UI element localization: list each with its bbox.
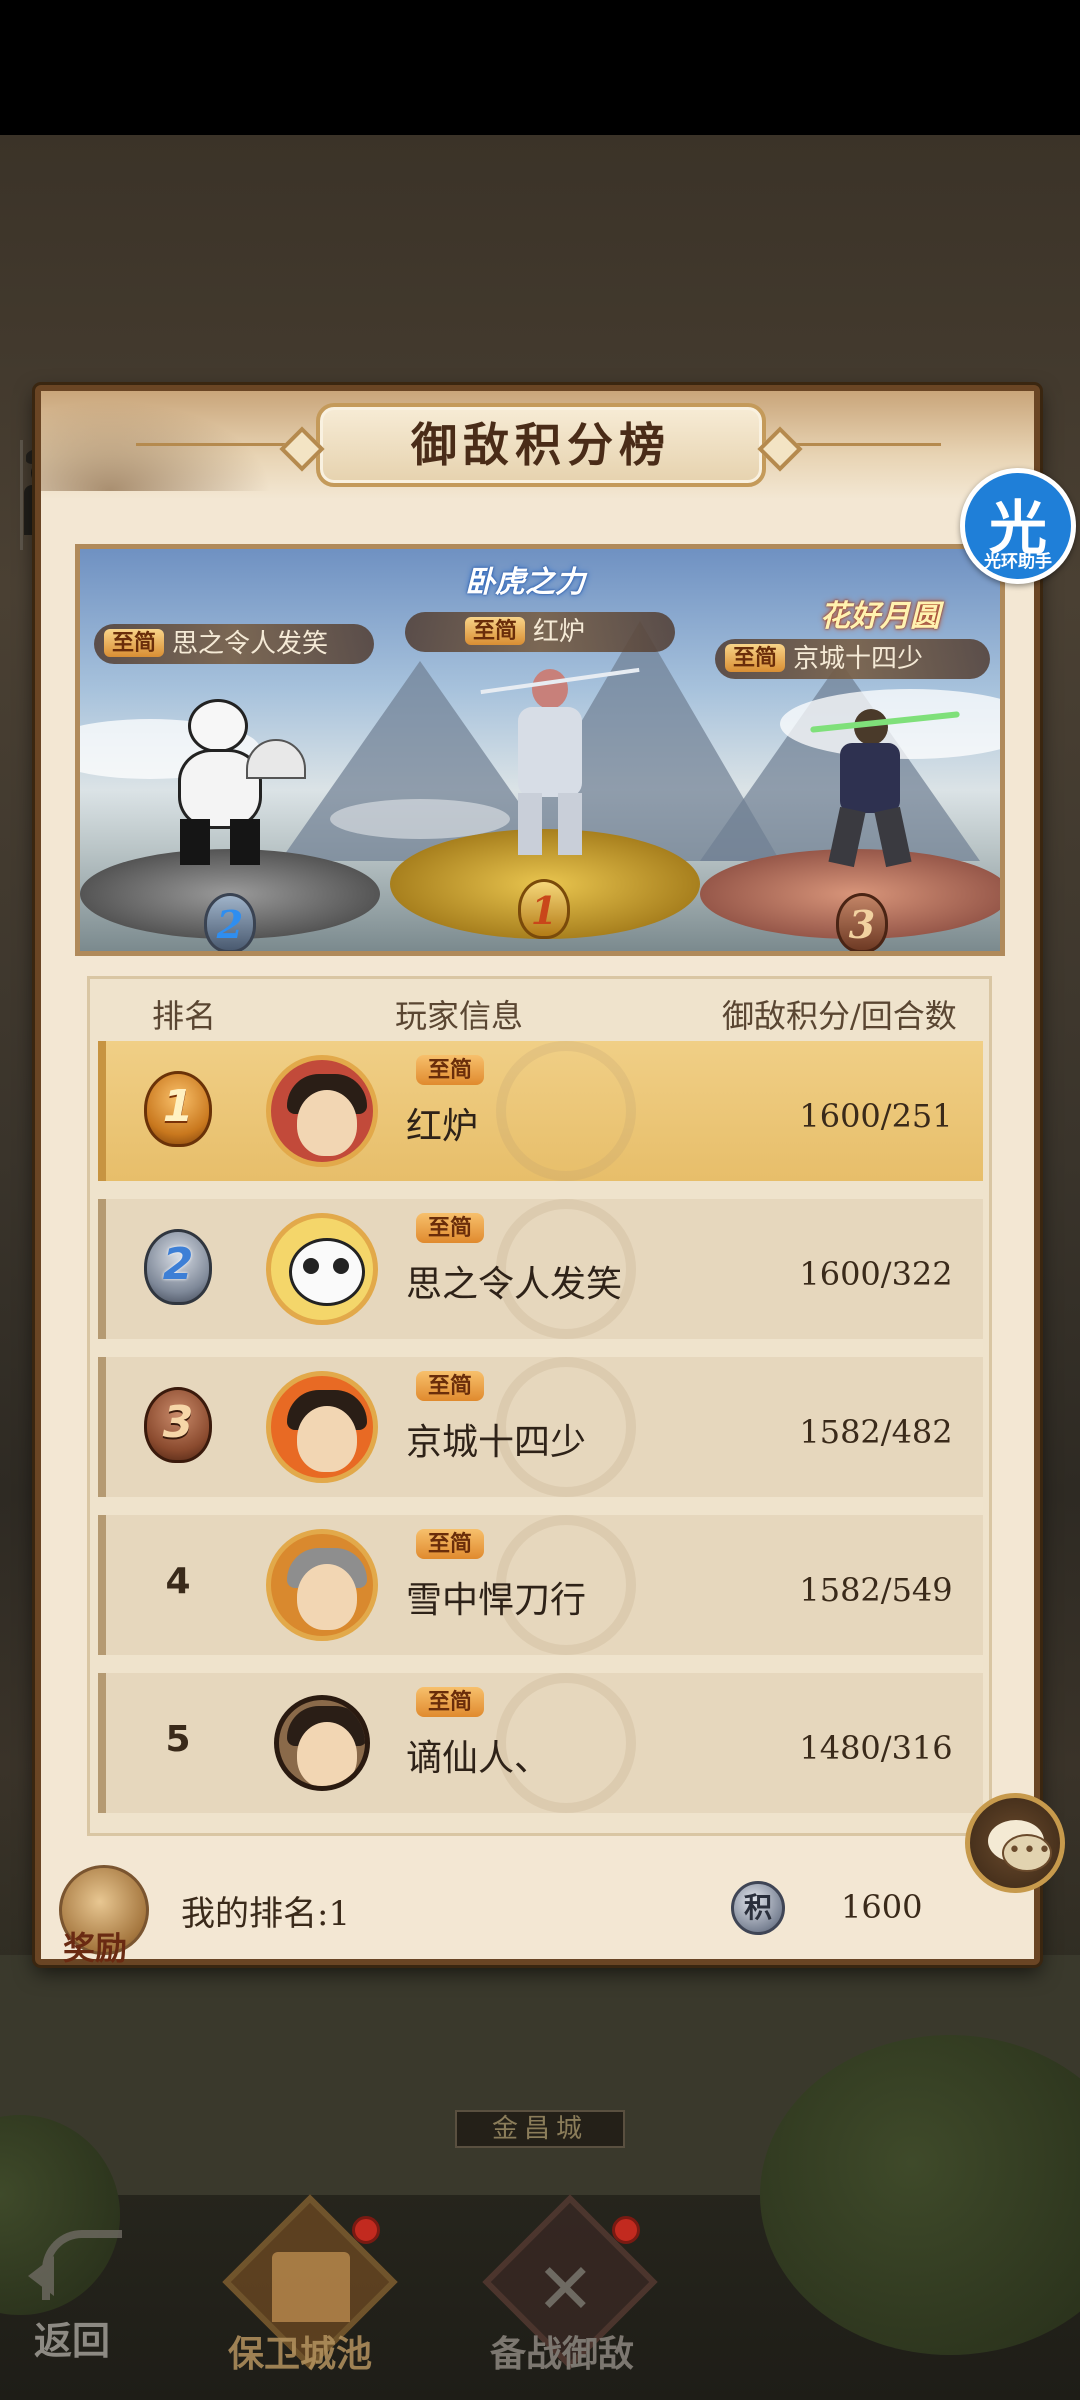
leaderboard-panel: 御敌积分榜 卧虎之力 花好月圆 至简 思之令人发笑 至简 红炉 至简 京城十四少… xyxy=(35,385,1040,1967)
podium-banner: 卧虎之力 花好月圆 至简 思之令人发笑 至简 红炉 至简 京城十四少 2 1 3 xyxy=(75,544,1005,956)
tab-prepare-label: 备战御敌 xyxy=(490,2333,635,2375)
back-label: 返回 xyxy=(34,2318,111,2363)
chat-float-button[interactable]: ••• xyxy=(965,1793,1065,1893)
swordsman-figure xyxy=(810,709,960,869)
podium-name-3: 至简 京城十四少 xyxy=(715,639,990,679)
crossed-swords-icon: ✕ xyxy=(536,2248,595,2330)
player-name: 雪中悍刀行 xyxy=(406,1580,587,1621)
panda-figure xyxy=(170,699,306,865)
my-rank: 我的排名:1 xyxy=(181,1894,351,1934)
rank-medal-gold-icon: 1 xyxy=(136,1067,220,1155)
player-name: 谪仙人、 xyxy=(406,1738,551,1779)
notification-dot xyxy=(612,2216,640,2244)
podium-name-1: 至简 红炉 xyxy=(405,612,675,652)
helper-float-button[interactable]: 光 光环助手 xyxy=(960,468,1076,584)
header-player: 玩家信息 xyxy=(395,997,524,1035)
player-score: 1600/251 xyxy=(799,1097,953,1135)
rank-number: 4 xyxy=(165,1561,191,1602)
avatar xyxy=(274,1695,370,1791)
fighter-white-figure xyxy=(480,667,640,859)
podium-medal-3: 3 xyxy=(836,893,888,951)
ranking-table: 排名 玩家信息 御敌积分/回合数 1 至简 红炉 1600/251 2 至简 思… xyxy=(87,976,992,1836)
helper-label: 光环助手 xyxy=(984,552,1052,572)
header-rank: 排名 xyxy=(152,997,217,1035)
player-score: 1582/482 xyxy=(799,1413,953,1451)
avatar xyxy=(266,1529,378,1641)
player-score: 1600/322 xyxy=(799,1255,953,1293)
rank-medal-bronze-icon: 3 xyxy=(136,1383,220,1471)
player-name: 京城十四少 xyxy=(406,1422,587,1463)
reward-label: 奖励 xyxy=(63,1929,128,1967)
table-header: 排名 玩家信息 御敌积分/回合数 xyxy=(90,979,989,1039)
status-badge: 至简 xyxy=(416,1213,485,1243)
panel-header: 御敌积分榜 xyxy=(41,391,1034,499)
status-badge: 至简 xyxy=(416,1055,485,1085)
back-button[interactable]: 返回 xyxy=(28,2230,138,2370)
table-row[interactable]: 5 至简 谪仙人、 1480/316 xyxy=(98,1673,983,1813)
player-name: 红炉 xyxy=(406,1106,479,1147)
title-art-center: 卧虎之力 xyxy=(465,565,585,600)
status-badge: 至简 xyxy=(416,1529,485,1559)
bottom-nav: 返回 保卫城池 ✕ 备战御敌 xyxy=(0,2180,1080,2400)
title-plate: 御敌积分榜 xyxy=(316,403,766,487)
podium-name-2: 至简 思之令人发笑 xyxy=(94,624,374,664)
my-score: 1600 xyxy=(841,1888,923,1926)
avatar xyxy=(266,1371,378,1483)
table-row[interactable]: 1 至简 红炉 1600/251 xyxy=(98,1041,983,1181)
tab-defend-city[interactable]: 保卫城池 xyxy=(210,2194,410,2390)
title-art-right: 花好月圆 xyxy=(820,599,940,634)
player-name: 思之令人发笑 xyxy=(406,1264,623,1305)
player-score: 1582/549 xyxy=(799,1571,953,1609)
podium-medal-1: 1 xyxy=(518,879,570,939)
rank-number: 5 xyxy=(165,1719,191,1760)
score-coin-icon: 积 xyxy=(731,1881,785,1935)
player-score: 1480/316 xyxy=(799,1729,953,1767)
castle-icon xyxy=(272,2252,350,2322)
header-score: 御敌积分/回合数 xyxy=(722,997,957,1035)
gate-sign: 金昌城 xyxy=(455,2110,625,2148)
notification-dot xyxy=(352,2216,380,2244)
table-row[interactable]: 3 至简 京城十四少 1582/482 xyxy=(98,1357,983,1497)
table-row[interactable]: 2 至简 思之令人发笑 1600/322 xyxy=(98,1199,983,1339)
status-badge: 至简 xyxy=(416,1687,485,1717)
podium-medal-2: 2 xyxy=(204,893,256,951)
reward-button[interactable]: 奖励 xyxy=(55,1861,155,1971)
page-title: 御敌积分榜 xyxy=(411,418,671,472)
status-bar xyxy=(0,0,1080,135)
rank-medal-silver-icon: 2 xyxy=(136,1225,220,1313)
back-arrow-icon xyxy=(28,2230,122,2300)
avatar xyxy=(266,1213,378,1325)
avatar xyxy=(266,1055,378,1167)
status-badge: 至简 xyxy=(416,1371,485,1401)
table-row[interactable]: 4 至简 雪中悍刀行 1582/549 xyxy=(98,1515,983,1655)
tab-prepare-battle[interactable]: ✕ 备战御敌 xyxy=(470,2194,670,2390)
tab-defend-label: 保卫城池 xyxy=(228,2333,373,2375)
